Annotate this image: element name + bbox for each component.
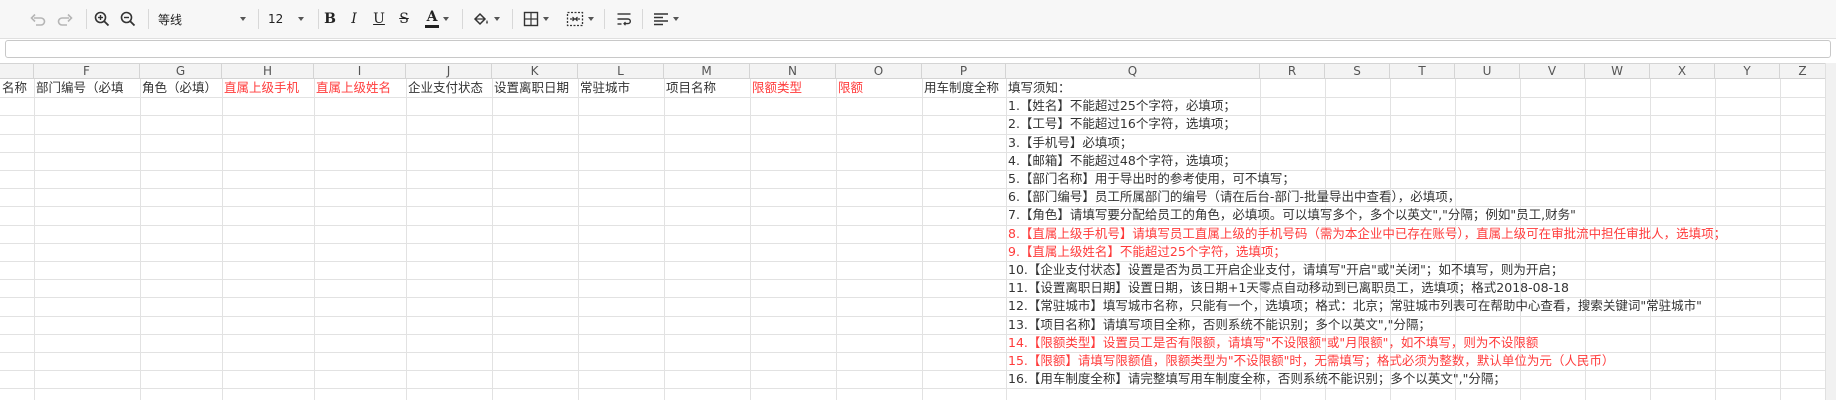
column-header-j[interactable]: J: [406, 64, 492, 79]
cell-e1[interactable]: 名称: [0, 79, 34, 96]
instruction-note[interactable]: 1.【姓名】不能超过25个字符，必填项；: [1008, 97, 1236, 115]
cell-o1[interactable]: 限额: [836, 79, 922, 96]
zoom-out-icon: [120, 11, 136, 27]
instruction-note[interactable]: 16.【用车制度全称】请完整填写用车制度全称，否则系统不能识别；多个以英文","…: [1008, 370, 1506, 388]
font-color-swatch: [425, 24, 439, 28]
instruction-note[interactable]: 10.【企业支付状态】设置是否为员工开启企业支付，请填写"开启"或"关闭"；如不…: [1008, 261, 1563, 279]
font-family-value: 等线: [158, 12, 183, 27]
strikethrough-icon: S: [399, 11, 409, 27]
column-header-o[interactable]: O: [836, 64, 922, 79]
column-header-t[interactable]: T: [1390, 64, 1455, 79]
bold-icon: B: [324, 11, 336, 27]
instruction-note[interactable]: 12.【常驻城市】填写城市名称，只能有一个，选填项；格式：北京；常驻城市列表可在…: [1008, 297, 1702, 315]
cell-m1[interactable]: 项目名称: [664, 79, 750, 96]
instruction-note[interactable]: 9.【直属上级姓名】不能超过25个字符，选填项；: [1008, 243, 1286, 261]
column-header-k[interactable]: K: [492, 64, 578, 79]
instruction-note[interactable]: 6.【部门编号】员工所属部门的编号（请在后台-部门-批量导出中查看），必填项，: [1008, 188, 1460, 206]
wrap-text-icon: [617, 13, 631, 26]
instruction-note[interactable]: 15.【限额】请填写限额值，限额类型为"不设限额"时，无需填写；格式必须为整数，…: [1008, 352, 1614, 370]
cell-j1[interactable]: 企业支付状态: [406, 79, 492, 96]
formula-bar-input[interactable]: [5, 40, 1831, 58]
column-header-x[interactable]: X: [1650, 64, 1715, 79]
align-left-icon: [654, 13, 668, 26]
borders-button[interactable]: [518, 0, 554, 38]
align-button[interactable]: [648, 0, 684, 38]
column-header-n[interactable]: N: [750, 64, 836, 79]
column-header-h[interactable]: H: [222, 64, 314, 79]
column-header-u[interactable]: U: [1455, 64, 1520, 79]
font-size-select[interactable]: 12: [262, 7, 310, 31]
redo-button[interactable]: [53, 0, 77, 38]
chevron-down-icon: [588, 17, 594, 21]
cell-f1[interactable]: 部门编号（必填: [34, 79, 140, 96]
column-header-g[interactable]: G: [140, 64, 222, 79]
instruction-note[interactable]: 7.【角色】请填写要分配给员工的角色，必填项。可以填写多个，多个以英文","分隔…: [1008, 206, 1576, 224]
toolbar: 等线 12 B I U S A: [0, 0, 1836, 39]
borders-icon: [523, 11, 539, 27]
merge-cells-icon: [566, 11, 584, 27]
strikethrough-button[interactable]: S: [392, 0, 416, 38]
column-header-l[interactable]: L: [578, 64, 664, 79]
zoom-in-icon: [94, 11, 110, 27]
chevron-down-icon: [673, 17, 679, 21]
column-header-w[interactable]: W: [1585, 64, 1650, 79]
chevron-down-icon: [494, 17, 500, 21]
column-header-row: F G H I J K L M N O P Q R S T U V W X Y …: [0, 63, 1836, 79]
zoom-in-button[interactable]: [90, 0, 114, 38]
column-header-e[interactable]: [0, 64, 34, 79]
cell-q1[interactable]: 填写须知：: [1006, 79, 1260, 96]
cell-l1[interactable]: 常驻城市: [578, 79, 664, 96]
chevron-down-icon: [240, 17, 246, 21]
instruction-note[interactable]: 3.【手机号】必填项；: [1008, 134, 1132, 152]
chevron-down-icon: [443, 17, 449, 21]
undo-button[interactable]: [26, 0, 50, 38]
font-size-value: 12: [268, 12, 284, 26]
underline-icon: U: [373, 11, 385, 27]
instruction-note[interactable]: 4.【邮箱】不能超过48个字符，选填项；: [1008, 152, 1236, 170]
column-header-r[interactable]: R: [1260, 64, 1325, 79]
cell-k1[interactable]: 设置离职日期: [492, 79, 578, 96]
font-color-icon: A: [425, 8, 439, 28]
instruction-note[interactable]: 5.【部门名称】用于导出时的参考使用，可不填写；: [1008, 170, 1295, 188]
wrap-text-button[interactable]: [612, 0, 636, 38]
cell-h1[interactable]: 直属上级手机: [222, 79, 314, 96]
column-header-v[interactable]: V: [1520, 64, 1585, 79]
column-header-m[interactable]: M: [664, 64, 750, 79]
instruction-note[interactable]: 11.【设置离职日期】设置日期，该日期+1天零点自动移动到已离职员工，选填项；格…: [1008, 279, 1569, 297]
column-header-s[interactable]: S: [1325, 64, 1390, 79]
chevron-down-icon: [298, 17, 304, 21]
cell-n1[interactable]: 限额类型: [750, 79, 836, 96]
fill-color-button[interactable]: [468, 0, 504, 38]
column-header-q[interactable]: Q: [1006, 64, 1260, 79]
instruction-note[interactable]: 8.【直属上级手机号】请填写员工直属上级的手机号码（需为本企业中已存在账号），直…: [1008, 225, 1726, 243]
italic-button[interactable]: I: [342, 0, 366, 38]
cell-g1[interactable]: 角色（必填）: [140, 79, 222, 96]
column-header-p[interactable]: P: [922, 64, 1006, 79]
column-header-i[interactable]: I: [314, 64, 406, 79]
column-header-z[interactable]: Z: [1780, 64, 1826, 79]
chevron-down-icon: [543, 17, 549, 21]
italic-icon: I: [351, 11, 357, 27]
font-color-button[interactable]: A: [420, 0, 454, 38]
merge-cells-button[interactable]: [562, 0, 598, 38]
underline-button[interactable]: U: [367, 0, 391, 38]
font-family-select[interactable]: 等线: [152, 7, 252, 31]
instruction-note[interactable]: 13.【项目名称】请填写项目全称，否则系统不能识别；多个以英文","分隔；: [1008, 316, 1431, 334]
redo-icon: [57, 13, 73, 26]
cell-i1[interactable]: 直属上级姓名: [314, 79, 406, 96]
instruction-note[interactable]: 2.【工号】不能超过16个字符，选填项；: [1008, 115, 1236, 133]
zoom-out-button[interactable]: [116, 0, 140, 38]
font-color-letter: A: [426, 8, 438, 25]
bold-button[interactable]: B: [318, 0, 342, 38]
vertical-scrollbar[interactable]: [1825, 63, 1836, 400]
instruction-note[interactable]: 14.【限额类型】设置员工是否有限额，请填写"不设限额"或"月限额"，如不填写，…: [1008, 334, 1538, 352]
column-header-f[interactable]: F: [34, 64, 140, 79]
sheet-grid[interactable]: 名称 部门编号（必填 角色（必填） 直属上级手机 直属上级姓名 企业支付状态 设…: [0, 79, 1836, 400]
paint-bucket-icon: [473, 12, 488, 26]
column-header-y[interactable]: Y: [1715, 64, 1780, 79]
undo-icon: [30, 13, 46, 26]
cell-p1[interactable]: 用车制度全称: [922, 79, 1006, 96]
